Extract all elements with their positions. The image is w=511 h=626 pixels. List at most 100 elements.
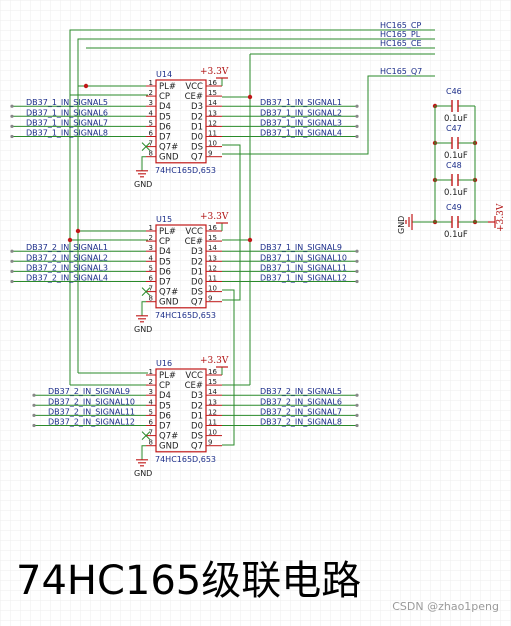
pin-name: D7: [159, 278, 171, 288]
pin-name: CE#: [185, 381, 203, 391]
pin-name: D5: [159, 112, 171, 122]
net-terminal: [355, 259, 359, 263]
junction-dot: [247, 237, 253, 243]
gnd-label: GND: [134, 325, 152, 334]
pin-number: 11: [208, 419, 217, 427]
pin-name: D4: [159, 102, 171, 112]
junction-dot: [247, 94, 253, 100]
net-terminal: [10, 124, 14, 128]
chip-ref: U14: [156, 70, 172, 79]
pin-name: D4: [159, 391, 171, 401]
net-label-right: DB37_1_IN_SIGNAL4: [260, 129, 342, 138]
net-terminal: [355, 114, 359, 118]
pin-name: D2: [191, 401, 203, 411]
pin-number: 14: [208, 388, 217, 396]
pin-number: 16: [208, 79, 217, 87]
pin-name: D1: [191, 411, 203, 421]
pin-number: 10: [208, 429, 217, 437]
net-label-right: DB37_1_IN_SIGNAL3: [260, 118, 342, 127]
pin-name: CE#: [185, 92, 203, 102]
pin-number: 3: [149, 244, 153, 252]
pin-name: D3: [191, 247, 203, 257]
pin-name: D0: [191, 278, 203, 288]
cap-ref: C47: [446, 124, 462, 133]
pin-number: 12: [208, 119, 217, 127]
net-terminal: [32, 403, 36, 407]
chip-power-label: +3.3V: [200, 67, 229, 77]
cap-value: 0.1uF: [444, 230, 468, 240]
pin-number: 12: [208, 408, 217, 416]
net-terminal: [32, 413, 36, 417]
pin-number: 8: [149, 295, 153, 303]
junction-dot: [75, 228, 81, 234]
cap-ref: C49: [446, 203, 462, 212]
pin-name: D1: [191, 122, 203, 132]
chip-power-label: +3.3V: [200, 212, 229, 222]
pin-number: 8: [149, 439, 153, 447]
pin-number: 5: [149, 119, 153, 127]
net-label-right: DB37_1_IN_SIGNAL11: [260, 263, 347, 272]
pin-number: 5: [149, 264, 153, 272]
pin-number: 14: [208, 244, 217, 252]
pin-name: D4: [159, 247, 171, 257]
pin-number: 4: [149, 109, 154, 117]
pin-name: Q7: [191, 298, 203, 308]
net-label-ce: HC165_CE: [380, 39, 422, 48]
pin-number: 2: [149, 89, 153, 97]
grid-background: [0, 0, 511, 626]
net-label-q7: HC165_Q7: [380, 67, 422, 76]
pin-number: 1: [149, 79, 153, 87]
pin-number: 13: [208, 254, 217, 262]
pin-number: 14: [208, 99, 217, 107]
net-terminal: [10, 134, 14, 139]
net-label-left: DB37_2_IN_SIGNAL10: [48, 397, 135, 406]
pin-name: D3: [191, 391, 203, 401]
pin-number: 5: [149, 408, 153, 416]
net-label-left: DB37_1_IN_SIGNAL7: [26, 118, 108, 127]
pin-name: DS: [191, 288, 203, 298]
pin-name: Q7#: [159, 432, 178, 442]
gnd-label: GND: [134, 180, 152, 189]
pin-name: Q7: [191, 442, 203, 452]
net-label-right: DB37_1_IN_SIGNAL2: [260, 108, 342, 117]
net-label-left: DB37_1_IN_SIGNAL8: [26, 129, 108, 138]
pin-number: 10: [208, 285, 217, 293]
net-terminal: [355, 249, 359, 253]
cap-gnd-label: GND: [397, 216, 406, 234]
net-label-left: DB37_1_IN_SIGNAL6: [26, 108, 108, 117]
net-terminal: [355, 393, 359, 397]
pin-number: 12: [208, 264, 217, 272]
net-label-right: DB37_1_IN_SIGNAL9: [260, 243, 342, 252]
net-terminal: [355, 413, 359, 417]
pin-number: 15: [208, 89, 217, 97]
page-title: 74HC165级联电路: [16, 558, 362, 604]
pin-name: PL#: [159, 371, 176, 381]
pin-name: D6: [159, 411, 171, 421]
cap-value: 0.1uF: [444, 151, 468, 161]
pin-number: 4: [149, 398, 154, 406]
net-terminal: [10, 279, 14, 284]
pin-name: CP: [159, 381, 170, 391]
pin-number: 8: [149, 150, 153, 158]
net-terminal: [355, 279, 359, 284]
pin-number: 4: [149, 254, 154, 262]
net-label-left: DB37_2_IN_SIGNAL4: [26, 274, 108, 283]
net-label-right: DB37_1_IN_SIGNAL10: [260, 253, 347, 262]
junction-dot: [83, 83, 89, 89]
net-label-right: DB37_2_IN_SIGNAL6: [260, 397, 342, 406]
pin-number: 2: [149, 234, 153, 242]
pin-name: DS: [191, 143, 203, 153]
pin-number: 11: [208, 275, 217, 283]
pin-name: CP: [159, 92, 170, 102]
pin-name: D2: [191, 112, 203, 122]
net-terminal: [10, 249, 14, 253]
pin-name: D0: [191, 133, 203, 143]
net-label-left: DB37_2_IN_SIGNAL12: [48, 418, 135, 427]
pin-name: D7: [159, 133, 171, 143]
pin-name: GND: [159, 298, 179, 308]
pin-number: 15: [208, 234, 217, 242]
net-label-left: DB37_2_IN_SIGNAL11: [48, 407, 135, 416]
pin-name: D3: [191, 102, 203, 112]
net-label-right: DB37_1_IN_SIGNAL12: [260, 274, 347, 283]
pin-name: D5: [159, 401, 171, 411]
